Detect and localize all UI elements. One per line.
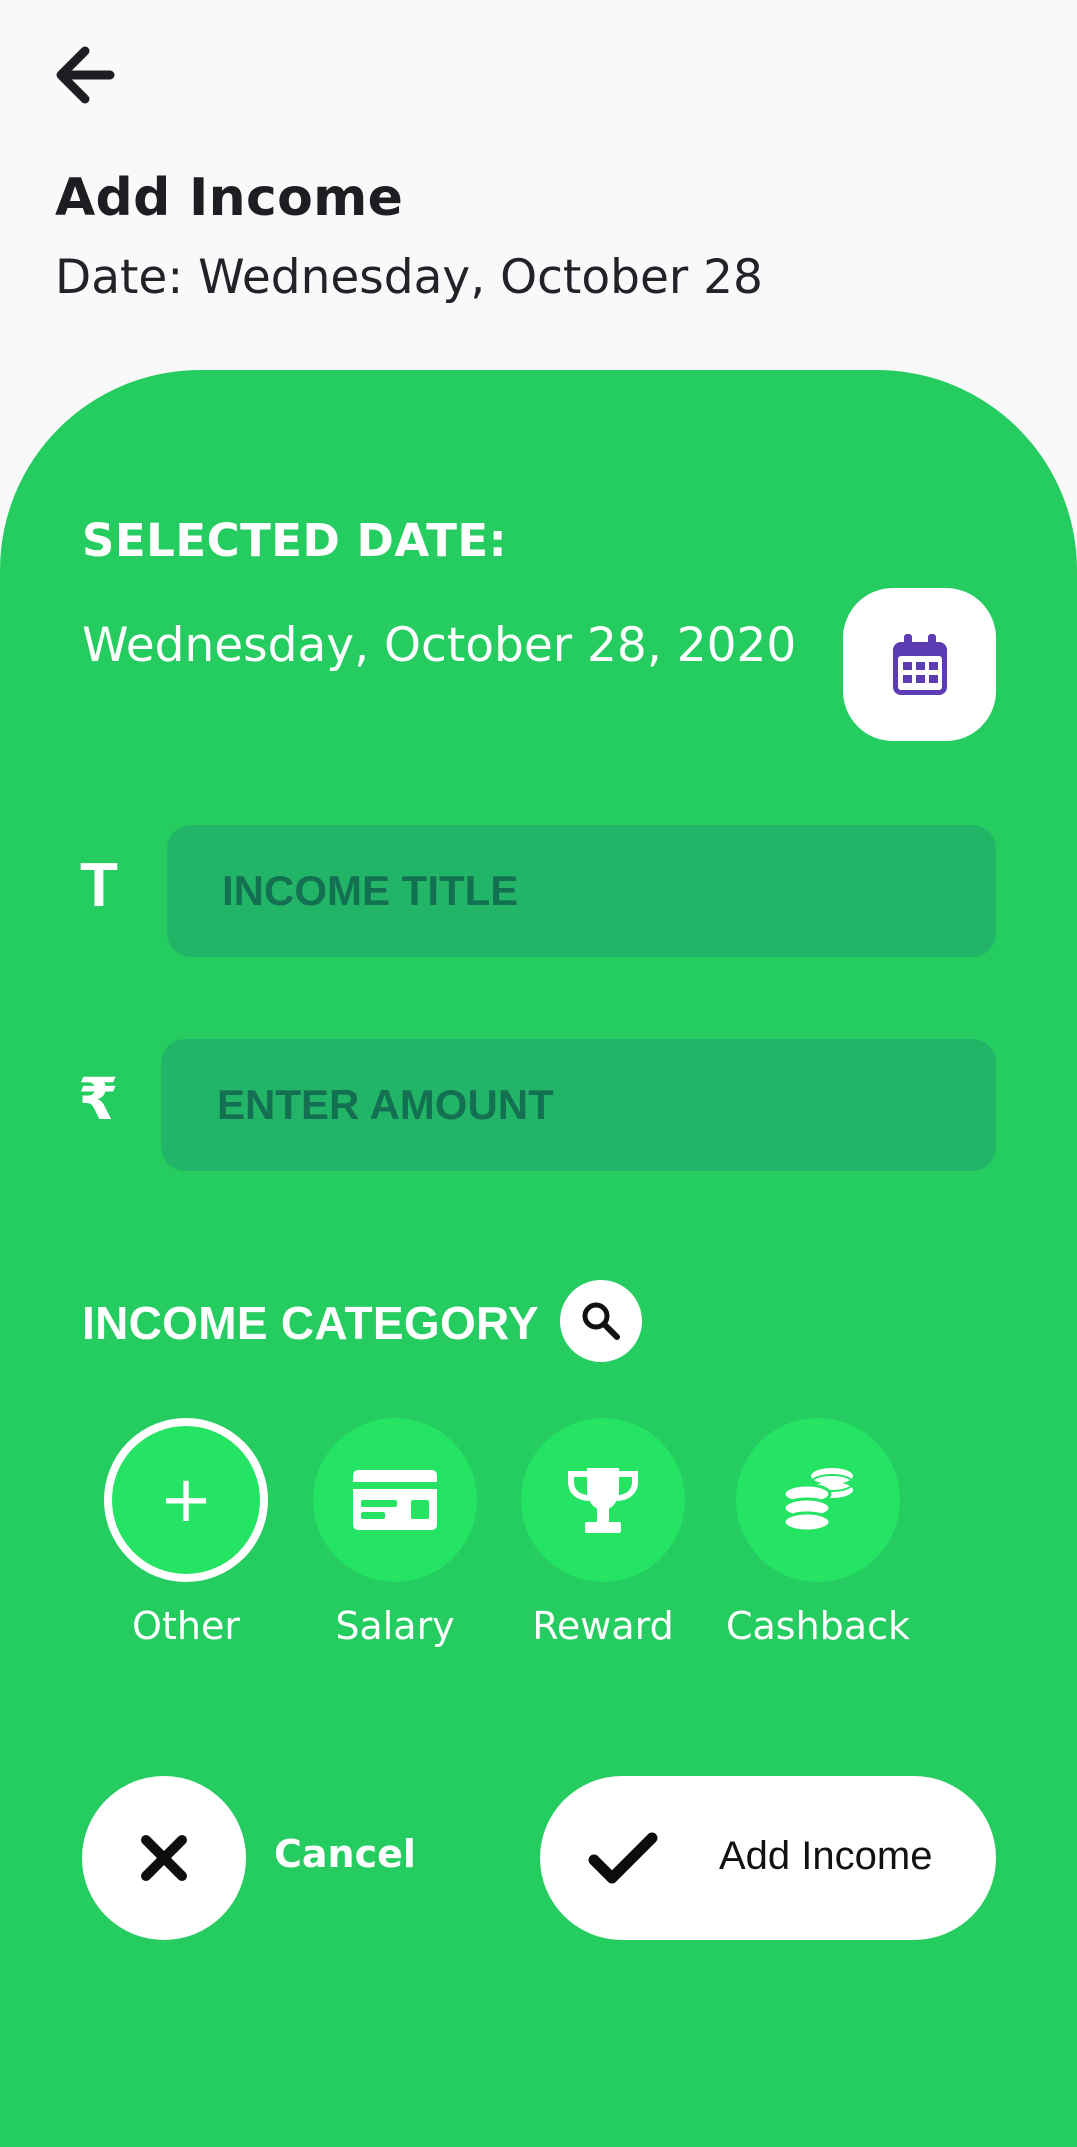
trophy-icon [568,1468,638,1533]
salary-card-icon [353,1470,437,1530]
amount-input[interactable] [161,1039,996,1171]
income-form-panel: SELECTED DATE: Wednesday, October 28, 20… [0,370,1077,2147]
category-name: Other [132,1604,240,1648]
add-income-button[interactable]: Add Income [540,1776,996,1940]
check-icon [588,1832,658,1884]
category-search-button[interactable] [560,1280,642,1362]
category-name: Reward [532,1604,674,1648]
arrow-left-icon [56,46,115,104]
income-title-input[interactable] [167,825,996,957]
selected-date-label: SELECTED DATE: [82,514,508,567]
calendar-icon [892,633,947,695]
cancel-button[interactable] [82,1776,246,1940]
category-name: Cashback [725,1604,910,1648]
income-category-label: INCOME CATEGORY [82,1297,539,1349]
category-circle: + [104,1418,268,1582]
close-icon [141,1835,187,1881]
text-title-icon: T [80,851,118,920]
category-name: Salary [335,1604,455,1648]
category-cashback[interactable]: Cashback [718,1418,918,1648]
back-button[interactable] [50,40,120,110]
rupee-icon: ₹ [78,1065,119,1133]
category-other[interactable]: + Other [86,1418,286,1648]
page-title: Add Income [55,168,404,228]
category-circle [313,1418,477,1582]
category-circle [521,1418,685,1582]
page-subtitle: Date: Wednesday, October 28 [55,250,763,305]
category-reward[interactable]: Reward [503,1418,703,1648]
search-icon [582,1302,620,1340]
category-circle [736,1418,900,1582]
add-income-label: Add Income [719,1834,933,1878]
selected-date-value: Wednesday, October 28, 2020 [82,618,797,673]
calendar-button[interactable] [843,588,996,741]
category-salary[interactable]: Salary [295,1418,495,1648]
coins-icon [782,1468,854,1533]
plus-icon: + [159,1463,213,1537]
cancel-label[interactable]: Cancel [274,1832,416,1876]
